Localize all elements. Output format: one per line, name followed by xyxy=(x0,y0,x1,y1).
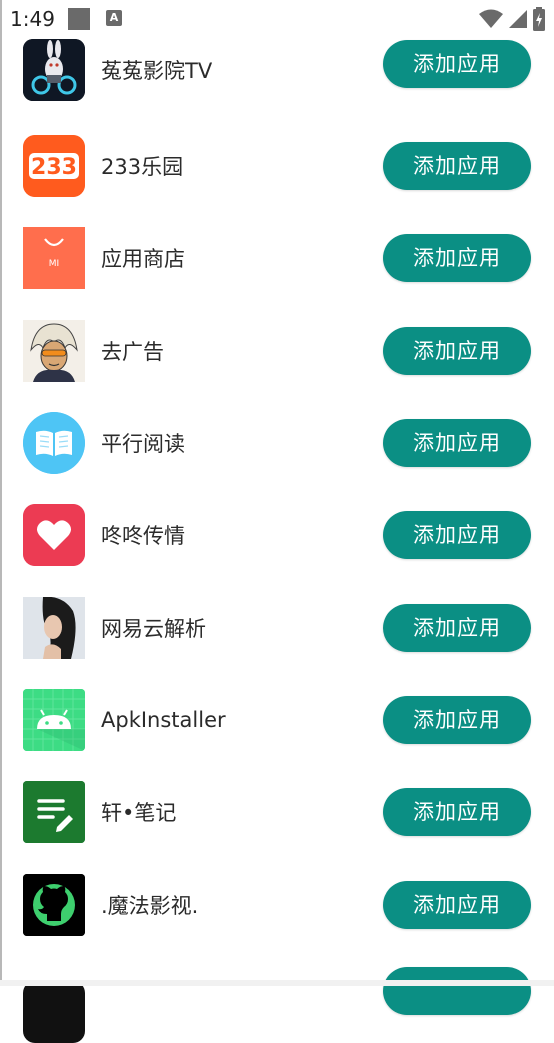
window-edge xyxy=(0,0,2,986)
notification-square-icon xyxy=(68,8,90,30)
partial-app-icon xyxy=(23,981,85,1043)
status-bar: 1:49 A xyxy=(0,0,554,38)
add-app-button[interactable]: 添加应用 xyxy=(383,234,531,282)
status-time: 1:49 xyxy=(10,7,55,31)
battery-icon xyxy=(533,7,545,31)
app-name: 网易云解析 xyxy=(101,617,206,641)
list-item: MI 应用商店 添加应用 xyxy=(0,212,554,304)
app-name: 去广告 xyxy=(101,340,164,364)
add-app-button[interactable]: 添加应用 xyxy=(383,142,531,190)
list-item: 平行阅读 添加应用 xyxy=(0,397,554,489)
mi-store-bag-icon: MI xyxy=(23,227,85,289)
add-app-button[interactable]: 添加应用 xyxy=(383,419,531,467)
add-app-button[interactable]: 添加应用 xyxy=(383,327,531,375)
notification-a-icon: A xyxy=(106,10,122,26)
list-item xyxy=(0,951,554,1043)
bottom-edge xyxy=(0,980,554,986)
add-app-button[interactable]: 添加应用 xyxy=(383,40,531,88)
app-name: 平行阅读 xyxy=(101,432,185,456)
add-app-button[interactable]: 添加应用 xyxy=(383,604,531,652)
add-app-button[interactable]: 添加应用 xyxy=(383,881,531,929)
list-item: 去广告 添加应用 xyxy=(0,305,554,397)
add-app-button[interactable]: 添加应用 xyxy=(383,511,531,559)
open-book-icon xyxy=(23,412,85,474)
app-name: 咚咚传情 xyxy=(101,524,185,548)
list-item: 轩•笔记 添加应用 xyxy=(0,766,554,858)
list-item: ApkInstaller 添加应用 xyxy=(0,674,554,766)
heart-icon xyxy=(23,504,85,566)
app-list: 菟菟影院TV 添加应用 233 233乐园 添加应用 MI 应用商店 添加应用 xyxy=(0,0,554,1043)
list-item: 咚咚传情 添加应用 xyxy=(0,489,554,581)
github-icon xyxy=(23,874,85,936)
signal-icon xyxy=(509,10,527,28)
app-name: 233乐园 xyxy=(101,155,184,179)
233-logo-icon: 233 xyxy=(23,135,85,197)
portrait-photo-icon xyxy=(23,597,85,659)
svg-text:233: 233 xyxy=(31,155,77,180)
android-icon xyxy=(23,689,85,751)
svg-text:MI: MI xyxy=(49,259,59,269)
status-icons xyxy=(478,6,546,32)
app-name: 轩•笔记 xyxy=(101,801,177,825)
app-name: ApkInstaller xyxy=(101,708,226,732)
app-name: 应用商店 xyxy=(101,247,185,271)
cartoon-character-icon xyxy=(23,320,85,382)
note-pen-icon xyxy=(23,781,85,843)
app-name: 菟菟影院TV xyxy=(101,59,213,83)
list-item: .魔法影视. 添加应用 xyxy=(0,859,554,951)
app-name: .魔法影视. xyxy=(101,894,199,918)
rabbit-robot-icon xyxy=(23,39,85,101)
list-item: 233 233乐园 添加应用 xyxy=(0,120,554,212)
list-item: 网易云解析 添加应用 xyxy=(0,582,554,674)
add-app-button[interactable]: 添加应用 xyxy=(383,788,531,836)
wifi-icon xyxy=(479,9,503,28)
add-app-button[interactable] xyxy=(383,967,531,1015)
add-app-button[interactable]: 添加应用 xyxy=(383,696,531,744)
